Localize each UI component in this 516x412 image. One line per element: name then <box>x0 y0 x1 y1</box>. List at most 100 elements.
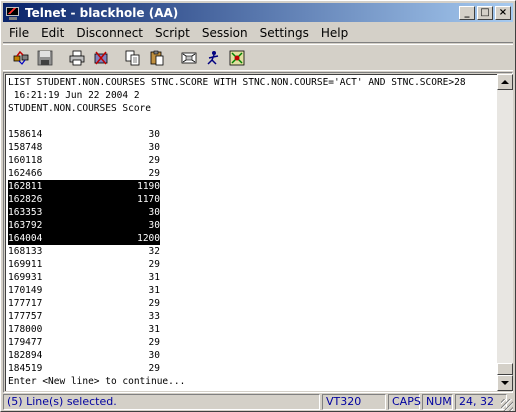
score-value: 30 <box>148 129 160 140</box>
print-icon <box>69 50 84 65</box>
menu-script[interactable]: Script <box>149 24 196 42</box>
score-value: 31 <box>148 285 160 296</box>
student-id: 162826 <box>8 194 43 205</box>
continue-prompt[interactable]: Enter <New line> to continue... <box>8 375 185 388</box>
selection-status: (5) Line(s) selected. <box>3 394 320 410</box>
score-value: 1170 <box>137 194 160 205</box>
result-row[interactable]: 162811 1190 <box>8 180 160 193</box>
copy-button[interactable] <box>121 47 144 69</box>
score-value: 1190 <box>137 181 160 192</box>
terminal-frame: LIST STUDENT.NON.COURSES STNC.SCORE WITH… <box>3 72 513 393</box>
result-row[interactable]: 158748 30 <box>8 141 160 154</box>
paste-button[interactable] <box>145 47 168 69</box>
scroll-down-button[interactable] <box>497 375 513 391</box>
print-button[interactable] <box>65 47 88 69</box>
score-value: 30 <box>148 142 160 153</box>
result-row[interactable]: 158614 30 <box>8 128 160 141</box>
minimize-button[interactable]: _ <box>459 5 475 20</box>
score-value: 29 <box>148 259 160 270</box>
student-id: 177717 <box>8 298 43 309</box>
result-row[interactable]: 170149 31 <box>8 284 160 297</box>
score-value: 29 <box>148 337 160 348</box>
score-value: 30 <box>148 350 160 361</box>
menu-help[interactable]: Help <box>315 24 354 42</box>
scroll-up-button[interactable] <box>497 74 513 90</box>
student-id: 162811 <box>8 181 43 192</box>
result-row[interactable]: 184519 29 <box>8 362 160 375</box>
score-value: 33 <box>148 311 160 322</box>
student-id: 182894 <box>8 350 43 361</box>
score-value: 32 <box>148 246 160 257</box>
result-row[interactable]: 163792 30 <box>8 219 160 232</box>
student-id: 163792 <box>8 220 43 231</box>
run-script-icon <box>206 50 218 65</box>
student-id: 178000 <box>8 324 43 335</box>
result-row[interactable]: 162826 1170 <box>8 193 160 206</box>
window-title: Telnet - blackhole (AA) <box>25 5 179 20</box>
connect-button[interactable] <box>9 47 32 69</box>
result-row[interactable]: 169911 29 <box>8 258 160 271</box>
result-row[interactable]: 164004 1200 <box>8 232 160 245</box>
menu-settings[interactable]: Settings <box>254 24 315 42</box>
student-id: 162466 <box>8 168 43 179</box>
tools-button[interactable] <box>225 47 248 69</box>
score-value: 30 <box>148 207 160 218</box>
terminal-screen[interactable]: LIST STUDENT.NON.COURSES STNC.SCORE WITH… <box>5 74 497 391</box>
result-row[interactable]: 177717 29 <box>8 297 160 310</box>
session-settings-button[interactable] <box>89 47 112 69</box>
header-line[interactable]: STUDENT.NON.COURSES Score <box>8 102 151 115</box>
arrow-up-icon <box>501 80 509 84</box>
student-id: 169911 <box>8 259 43 270</box>
student-id: 158748 <box>8 142 43 153</box>
transfer-icon <box>181 52 196 63</box>
menu-bar: File Edit Disconnect Script Session Sett… <box>3 23 513 42</box>
resize-grip[interactable] <box>501 399 513 411</box>
command-line[interactable]: LIST STUDENT.NON.COURSES STNC.SCORE WITH… <box>8 76 466 89</box>
telnet-window: Telnet - blackhole (AA) _ □ × File Edit … <box>0 0 516 412</box>
result-row[interactable]: 160118 29 <box>8 154 160 167</box>
menu-edit[interactable]: Edit <box>35 24 70 42</box>
run-script-button[interactable] <box>201 47 224 69</box>
score-value: 31 <box>148 272 160 283</box>
score-value: 29 <box>148 298 160 309</box>
result-row[interactable]: 168133 32 <box>8 245 160 258</box>
result-row[interactable]: 178000 31 <box>8 323 160 336</box>
scrollbar-thumb[interactable] <box>497 363 513 375</box>
student-id: 170149 <box>8 285 43 296</box>
menu-session[interactable]: Session <box>196 24 254 42</box>
result-row[interactable]: 163353 30 <box>8 206 160 219</box>
connect-icon <box>13 50 28 65</box>
result-row[interactable]: 182894 30 <box>8 349 160 362</box>
title-bar[interactable]: Telnet - blackhole (AA) _ □ × <box>3 3 513 22</box>
result-row[interactable]: 162466 29 <box>8 167 160 180</box>
score-value: 29 <box>148 168 160 179</box>
score-value: 31 <box>148 324 160 335</box>
score-value: 30 <box>148 220 160 231</box>
student-id: 160118 <box>8 155 43 166</box>
menu-file[interactable]: File <box>3 24 35 42</box>
result-row[interactable]: 179477 29 <box>8 336 160 349</box>
menu-disconnect[interactable]: Disconnect <box>70 24 149 42</box>
caps-indicator: CAPS <box>388 394 421 410</box>
student-id: 169931 <box>8 272 43 283</box>
arrow-down-icon <box>501 381 509 385</box>
settings-icon <box>94 51 107 64</box>
maximize-button[interactable]: □ <box>477 5 493 20</box>
copy-icon <box>125 50 139 65</box>
vertical-scrollbar[interactable] <box>497 74 513 391</box>
score-value: 1200 <box>137 233 160 244</box>
student-id: 168133 <box>8 246 43 257</box>
tools-icon <box>229 50 244 65</box>
telnet-app-icon[interactable] <box>5 6 21 20</box>
transfer-button[interactable] <box>177 47 200 69</box>
save-icon <box>37 50 52 65</box>
save-button[interactable] <box>33 47 56 69</box>
status-bar: (5) Line(s) selected. VT320 CAPS NUM 24,… <box>3 394 513 411</box>
student-id: 163353 <box>8 207 43 218</box>
student-id: 164004 <box>8 233 43 244</box>
paste-icon <box>150 50 163 65</box>
close-button[interactable]: × <box>495 5 511 20</box>
result-row[interactable]: 177757 33 <box>8 310 160 323</box>
timestamp-line[interactable]: 16:21:19 Jun 22 2004 2 <box>8 89 140 102</box>
result-row[interactable]: 169931 31 <box>8 271 160 284</box>
